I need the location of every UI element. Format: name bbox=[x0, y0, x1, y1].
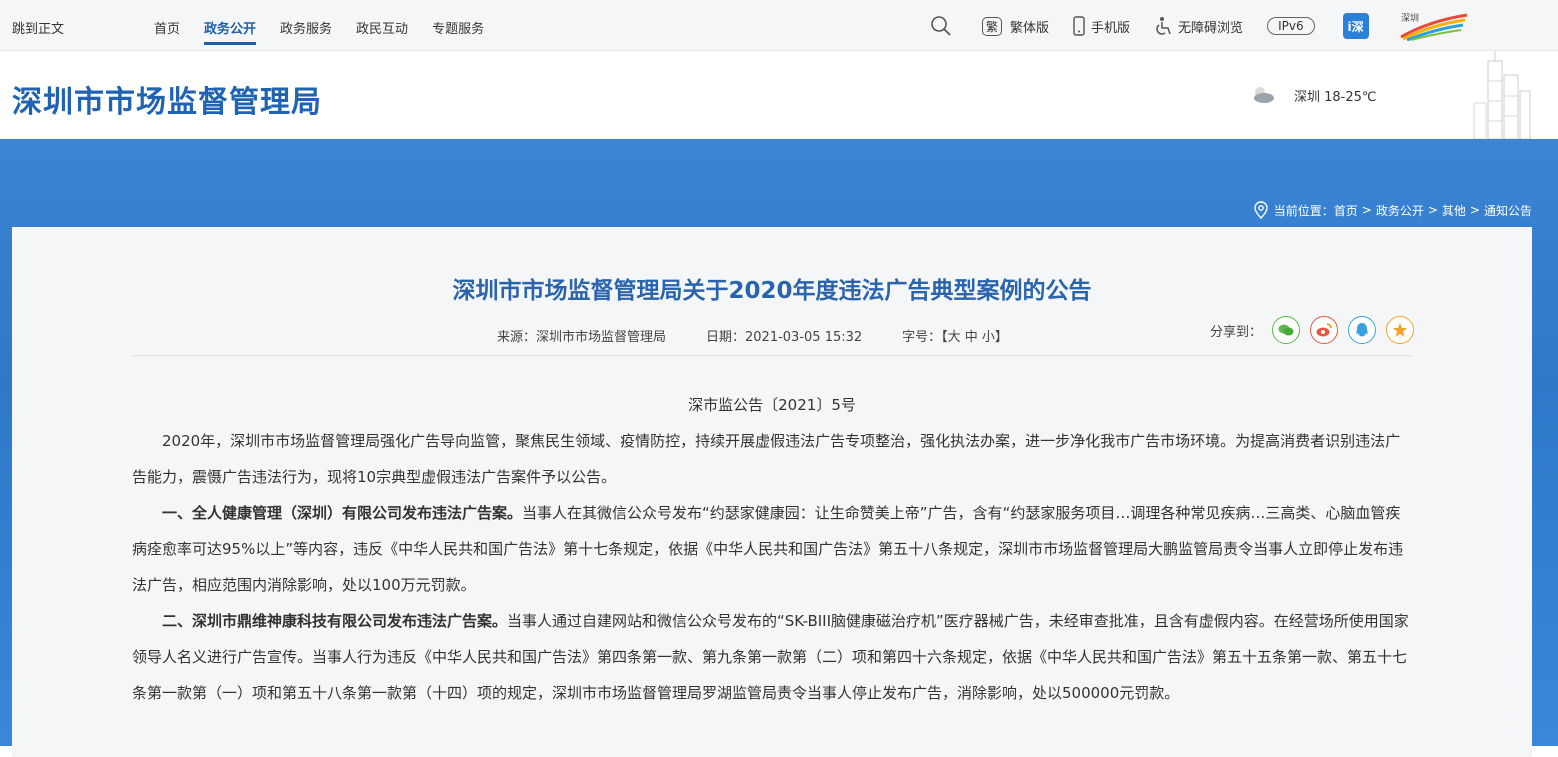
document-number: 深市监公告〔2021〕5号 bbox=[688, 396, 856, 414]
mobile-version-link[interactable]: 手机版 bbox=[1073, 16, 1130, 36]
nav-interaction[interactable]: 政民互动 bbox=[356, 18, 408, 37]
weibo-icon bbox=[1316, 323, 1332, 337]
article-date: 日期：2021-03-05 15:32 bbox=[706, 330, 863, 345]
article-source: 来源：深圳市市场监督管理局 bbox=[497, 330, 667, 345]
tianyi-app-icon[interactable]: i深 bbox=[1342, 13, 1369, 39]
weather-icon bbox=[1254, 87, 1274, 103]
share-bar: 分享到： bbox=[1210, 316, 1415, 344]
phone-icon bbox=[1073, 16, 1085, 36]
article-body: 深市监公告〔2021〕5号 2020年，深圳市市场监督管理局强化广告导向监管，聚… bbox=[132, 387, 1412, 711]
share-qq-button[interactable] bbox=[1348, 316, 1377, 344]
shenzhen-logo-icon: 深圳 bbox=[1399, 13, 1467, 42]
accessibility-icon bbox=[1156, 17, 1171, 35]
breadcrumb-separator: > bbox=[1427, 203, 1438, 217]
weather-text: 深圳 18-25℃ bbox=[1294, 89, 1377, 105]
breadcrumb-separator: > bbox=[1361, 203, 1372, 217]
shenzhen-city-logo[interactable]: 深圳 bbox=[1399, 11, 1469, 42]
article-title: 深圳市市场监督管理局关于2020年度违法广告典型案例的公告 bbox=[452, 278, 1092, 304]
breadcrumb-notices[interactable]: 通知公告 bbox=[1484, 202, 1532, 219]
svg-text:深圳: 深圳 bbox=[1401, 13, 1419, 24]
share-label: 分享到： bbox=[1210, 324, 1263, 340]
breadcrumb-prefix: 当前位置： bbox=[1273, 203, 1334, 218]
skip-to-content-link[interactable]: 跳到正文 bbox=[12, 18, 64, 37]
article-card: 深圳市市场监督管理局关于2020年度违法广告典型案例的公告 来源：深圳市市场监督… bbox=[12, 227, 1532, 757]
nav-government-services[interactable]: 政务服务 bbox=[280, 18, 332, 37]
case-1-paragraph: 一、全人健康管理（深圳）有限公司发布违法广告案。当事人在其微信公众号发布“约瑟家… bbox=[132, 495, 1412, 603]
nav-home[interactable]: 首页 bbox=[154, 18, 180, 37]
city-building-illustration bbox=[1473, 51, 1531, 139]
traditional-label: 繁体版 bbox=[1010, 20, 1050, 36]
ipv6-badge[interactable]: IPv6 bbox=[1267, 17, 1315, 35]
traditional-icon: 繁 bbox=[982, 16, 1003, 36]
breadcrumb-other[interactable]: 其他 bbox=[1442, 202, 1466, 219]
meta-divider bbox=[132, 355, 1412, 356]
case-1-heading: 一、全人健康管理（深圳）有限公司发布违法广告案。 bbox=[162, 504, 523, 522]
accessibility-label: 无障碍浏览 bbox=[1178, 20, 1244, 36]
site-header: 深圳市市场监督管理局 深圳 18-25℃ bbox=[0, 51, 1558, 139]
case-2-heading: 二、深圳市鼎维神康科技有限公司发布违法广告案。 bbox=[162, 612, 508, 630]
add-favorite-button[interactable] bbox=[1386, 316, 1415, 344]
accessibility-link[interactable]: 无障碍浏览 bbox=[1154, 16, 1243, 36]
favorite-icon bbox=[1393, 323, 1408, 337]
location-icon bbox=[1254, 201, 1268, 219]
weather-widget: 深圳 18-25℃ bbox=[1250, 85, 1377, 105]
traditional-chinese-link[interactable]: 繁 繁体版 bbox=[982, 16, 1050, 36]
nav-special-services[interactable]: 专题服务 bbox=[432, 18, 484, 37]
search-button[interactable] bbox=[930, 15, 958, 37]
font-size-selector[interactable]: 字号：【大 中 小】 bbox=[902, 326, 1008, 345]
article-meta: 来源：深圳市市场监督管理局 日期：2021-03-05 15:32 字号：【大 … bbox=[497, 326, 1048, 345]
share-weibo-button[interactable] bbox=[1310, 316, 1339, 344]
search-icon bbox=[931, 16, 951, 36]
nav-government-affairs[interactable]: 政务公开 bbox=[204, 18, 257, 45]
breadcrumb-home[interactable]: 首页 bbox=[1334, 202, 1358, 219]
intro-paragraph: 2020年，深圳市市场监督管理局强化广告导向监管，聚焦民生领域、疫情防控，持续开… bbox=[132, 432, 1401, 486]
qq-icon bbox=[1356, 323, 1369, 337]
top-bar: 跳到正文 首页 政务公开 政务服务 政民互动 专题服务 繁 繁体版 手机版 无障… bbox=[0, 0, 1558, 51]
toolbar: 繁 繁体版 手机版 无障碍浏览 IPv6 i深 深圳 bbox=[930, 11, 1469, 42]
mobile-label: 手机版 bbox=[1091, 20, 1131, 36]
share-wechat-button[interactable] bbox=[1272, 316, 1301, 344]
breadcrumb-government-affairs[interactable]: 政务公开 bbox=[1376, 202, 1424, 219]
main-nav: 首页 政务公开 政务服务 政民互动 专题服务 bbox=[154, 18, 508, 45]
breadcrumb-separator: > bbox=[1469, 203, 1480, 217]
wechat-icon bbox=[1278, 324, 1294, 336]
breadcrumb: 当前位置： 首页 > 政务公开 > 其他 > 通知公告 bbox=[1254, 201, 1532, 219]
case-2-paragraph: 二、深圳市鼎维神康科技有限公司发布违法广告案。当事人通过自建网站和微信公众号发布… bbox=[132, 603, 1412, 711]
site-title[interactable]: 深圳市市场监督管理局 bbox=[12, 77, 322, 121]
